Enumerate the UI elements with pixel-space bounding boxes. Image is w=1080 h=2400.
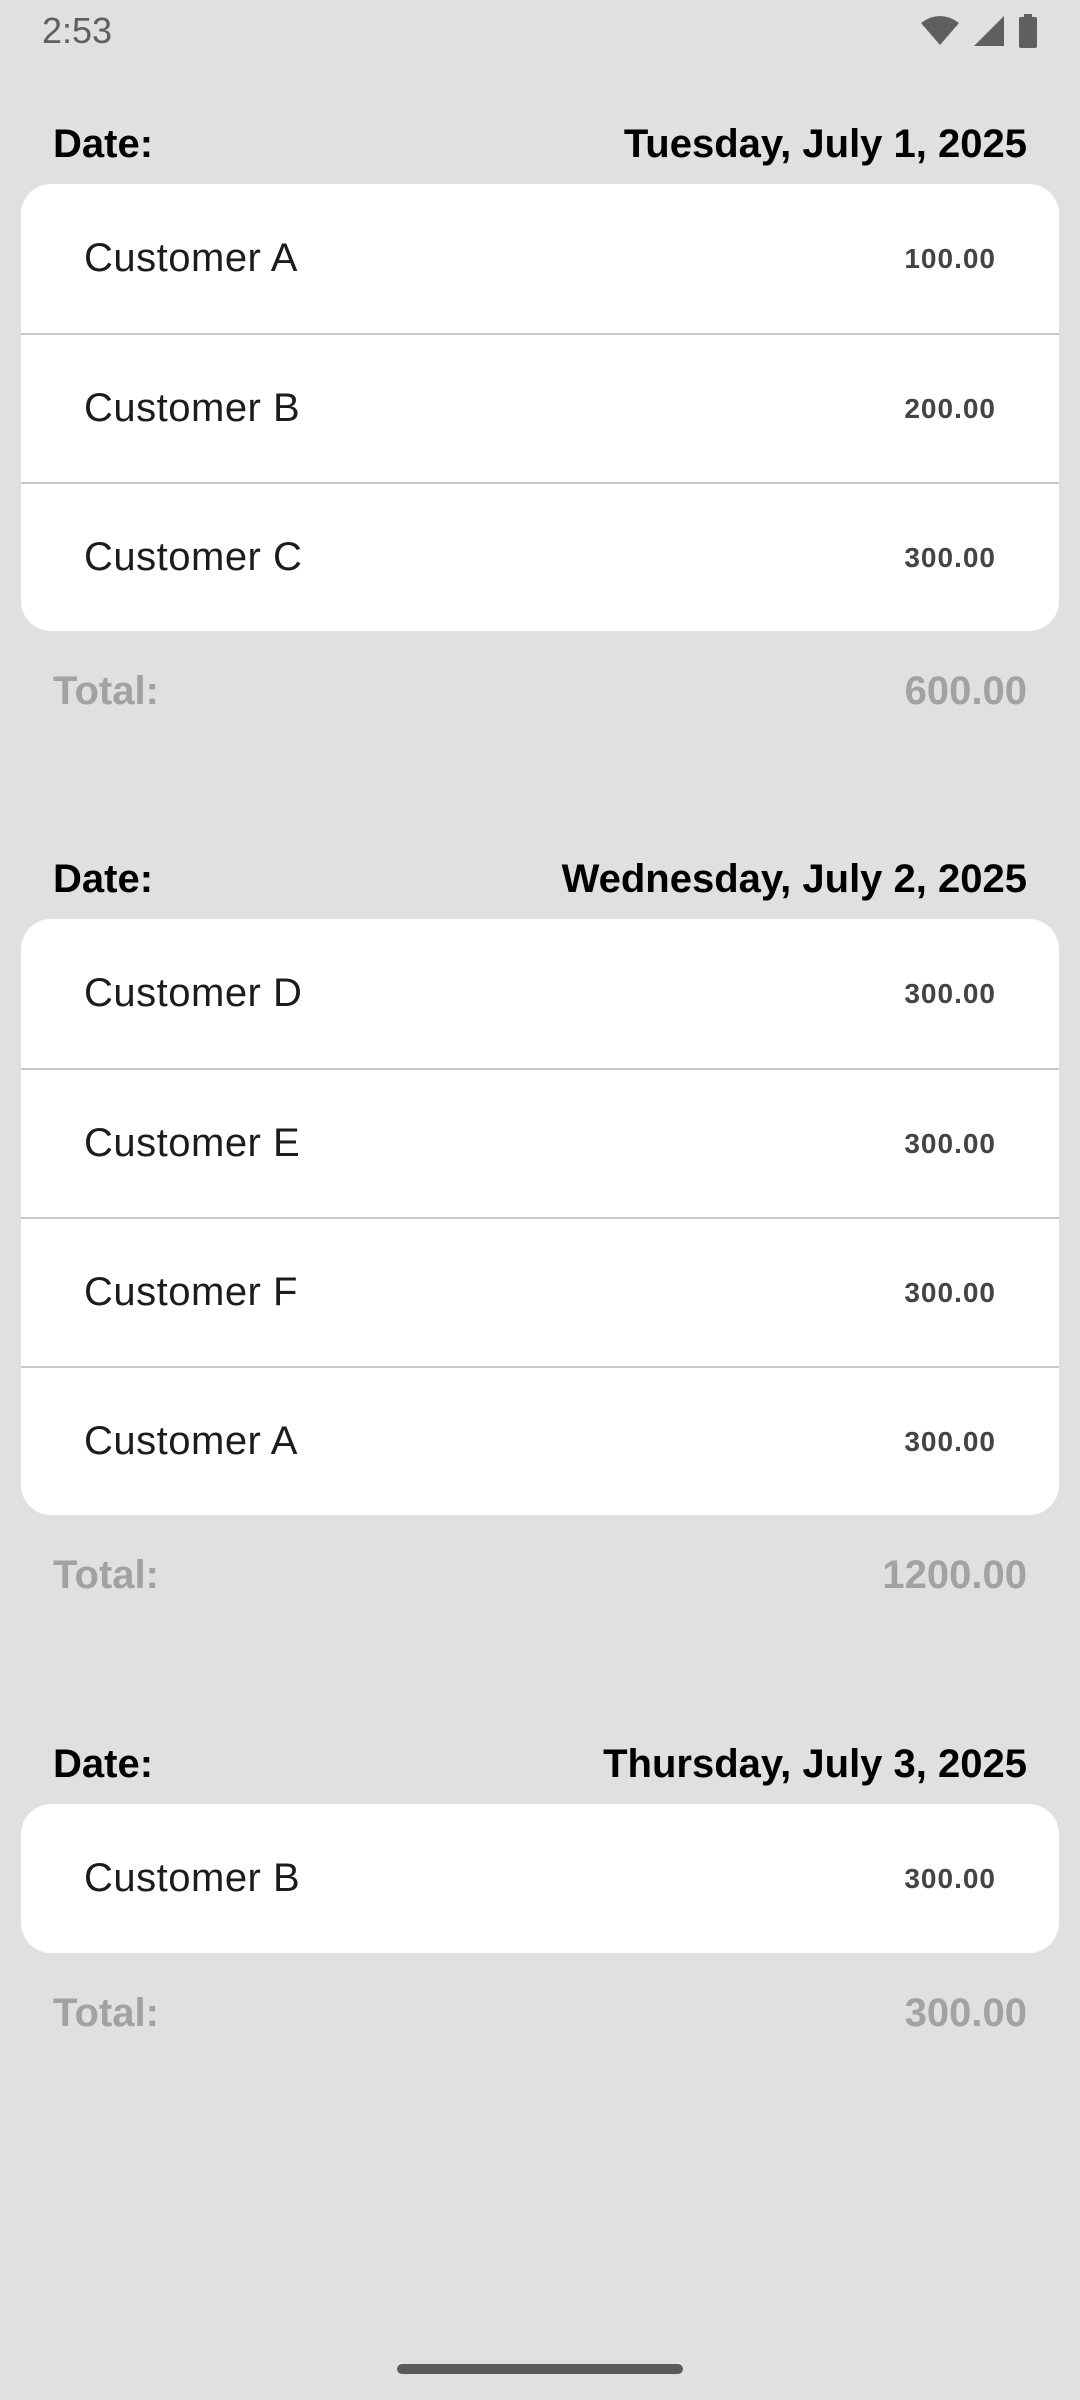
customer-amount: 300.00 (904, 1862, 996, 1894)
customer-amount: 300.00 (904, 1276, 996, 1308)
customer-row[interactable]: Customer B 200.00 (21, 333, 1059, 482)
total-label: Total: (53, 1552, 159, 1597)
customer-row[interactable]: Customer C 300.00 (21, 482, 1059, 631)
customer-row[interactable]: Customer D 300.00 (21, 919, 1059, 1068)
status-bar: 2:53 (0, 0, 1080, 62)
total-row: Total: 1200.00 (0, 1515, 1080, 1635)
app-screen: 2:53 Date: Tuesday, July 1, 2025 Custome… (0, 0, 1080, 2400)
total-value: 1200.00 (882, 1552, 1027, 1597)
customer-name: Customer C (84, 535, 303, 579)
status-time: 2:53 (42, 10, 113, 51)
customer-name: Customer B (84, 386, 301, 430)
wifi-icon (920, 15, 960, 47)
customer-row[interactable]: Customer B 300.00 (21, 1804, 1059, 1953)
date-header: Date: Tuesday, July 1, 2025 (0, 110, 1080, 178)
customer-amount: 300.00 (904, 977, 996, 1009)
status-icons (920, 14, 1038, 48)
date-label: Date: (53, 1741, 154, 1786)
battery-icon (1018, 14, 1038, 48)
customer-list-card: Customer A 100.00 Customer B 200.00 Cust… (21, 184, 1059, 631)
total-row: Total: 300.00 (0, 1953, 1080, 2073)
total-value: 300.00 (904, 1990, 1027, 2035)
customer-amount: 300.00 (904, 541, 996, 573)
customer-name: Customer F (84, 1270, 298, 1314)
total-value: 600.00 (904, 668, 1027, 713)
date-group-3: Date: Thursday, July 3, 2025 Customer B … (0, 1730, 1080, 2073)
customer-list-card: Customer D 300.00 Customer E 300.00 Cust… (21, 919, 1059, 1515)
cellular-signal-icon (972, 14, 1006, 48)
customer-name: Customer E (84, 1121, 301, 1165)
customer-amount: 300.00 (904, 1425, 996, 1457)
total-row: Total: 600.00 (0, 631, 1080, 751)
customer-amount: 200.00 (904, 392, 996, 424)
customer-name: Customer A (84, 1419, 298, 1463)
customer-amount: 300.00 (904, 1127, 996, 1159)
customer-row[interactable]: Customer A 300.00 (21, 1366, 1059, 1515)
date-value: Tuesday, July 1, 2025 (623, 121, 1027, 166)
customer-row[interactable]: Customer A 100.00 (21, 184, 1059, 333)
customer-name: Customer D (84, 971, 303, 1015)
customer-name: Customer A (84, 236, 298, 280)
customer-row[interactable]: Customer F 300.00 (21, 1217, 1059, 1366)
customer-name: Customer B (84, 1856, 301, 1900)
customer-list-card: Customer B 300.00 (21, 1804, 1059, 1953)
home-indicator[interactable] (397, 2364, 683, 2374)
customer-amount: 100.00 (904, 242, 996, 274)
customer-row[interactable]: Customer E 300.00 (21, 1068, 1059, 1217)
date-label: Date: (53, 856, 154, 901)
date-group-1: Date: Tuesday, July 1, 2025 Customer A 1… (0, 110, 1080, 751)
date-header: Date: Thursday, July 3, 2025 (0, 1730, 1080, 1798)
total-label: Total: (53, 1990, 159, 2035)
date-header: Date: Wednesday, July 2, 2025 (0, 845, 1080, 913)
date-label: Date: (53, 121, 154, 166)
date-value: Thursday, July 3, 2025 (603, 1741, 1027, 1786)
date-group-2: Date: Wednesday, July 2, 2025 Customer D… (0, 845, 1080, 1635)
date-value: Wednesday, July 2, 2025 (561, 856, 1027, 901)
total-label: Total: (53, 668, 159, 713)
